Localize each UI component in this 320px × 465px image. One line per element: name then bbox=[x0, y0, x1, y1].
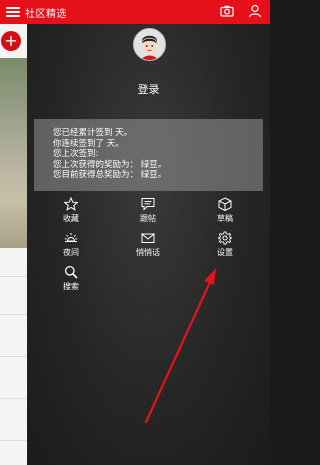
camera-icon[interactable] bbox=[220, 4, 234, 18]
stat-line: 您目前获得总奖励为： 绿豆。 bbox=[53, 170, 167, 180]
stat-line: 您已经累计签到 天。 bbox=[53, 128, 133, 138]
sun-icon bbox=[64, 233, 78, 242]
user-icon[interactable] bbox=[248, 4, 262, 18]
menu-item-settings[interactable]: 设置 bbox=[202, 231, 248, 258]
menu-item-replies[interactable]: 跟帖 bbox=[125, 197, 171, 224]
stat-line: 您上次获得的奖励为： 绿豆。 bbox=[53, 159, 167, 170]
menu-item-messages[interactable]: 悄悄话 bbox=[125, 231, 171, 258]
search-icon bbox=[64, 265, 78, 279]
box-icon bbox=[218, 197, 232, 211]
top-bar: 社区精选 bbox=[0, 0, 270, 24]
side-drawer: 登录 您已经累计签到 天。 你连续签到了 天。 您上次签到: 您上次获得的奖励为… bbox=[27, 24, 270, 465]
stat-line: 您上次签到: bbox=[53, 149, 99, 159]
comment-icon bbox=[141, 198, 155, 211]
login-button[interactable]: 登录 bbox=[27, 81, 270, 97]
menu-item-label: 搜索 bbox=[63, 282, 79, 291]
mail-icon bbox=[141, 233, 155, 243]
menu-item-label: 跟帖 bbox=[140, 214, 156, 223]
page-title: 社区精选 bbox=[25, 8, 67, 20]
menu-item-label: 夜间 bbox=[63, 248, 79, 257]
avatar-icon[interactable] bbox=[133, 28, 166, 61]
stat-line: 你连续签到了 天。 bbox=[53, 138, 124, 149]
menu-item-label: 草稿 bbox=[217, 214, 233, 223]
menu-item-search[interactable]: 搜索 bbox=[48, 265, 94, 292]
feed-thumbnail[interactable] bbox=[0, 58, 27, 248]
star-icon bbox=[64, 197, 78, 211]
menu-item-label: 设置 bbox=[217, 248, 233, 257]
gear-icon bbox=[218, 231, 232, 245]
menu-item-drafts[interactable]: 草稿 bbox=[202, 197, 248, 224]
menu-item-night-mode[interactable]: 夜间 bbox=[48, 231, 94, 258]
add-button[interactable]: + bbox=[1, 31, 21, 51]
menu-item-label: 悄悄话 bbox=[136, 248, 160, 257]
menu-item-favorites[interactable]: 收藏 bbox=[48, 197, 94, 224]
menu-item-label: 收藏 bbox=[63, 214, 79, 223]
page-content-strip: + bbox=[0, 24, 27, 465]
sign-in-stats-panel: 您已经累计签到 天。 你连续签到了 天。 您上次签到: 您上次获得的奖励为： 绿… bbox=[34, 119, 263, 191]
hamburger-icon[interactable] bbox=[6, 7, 20, 17]
